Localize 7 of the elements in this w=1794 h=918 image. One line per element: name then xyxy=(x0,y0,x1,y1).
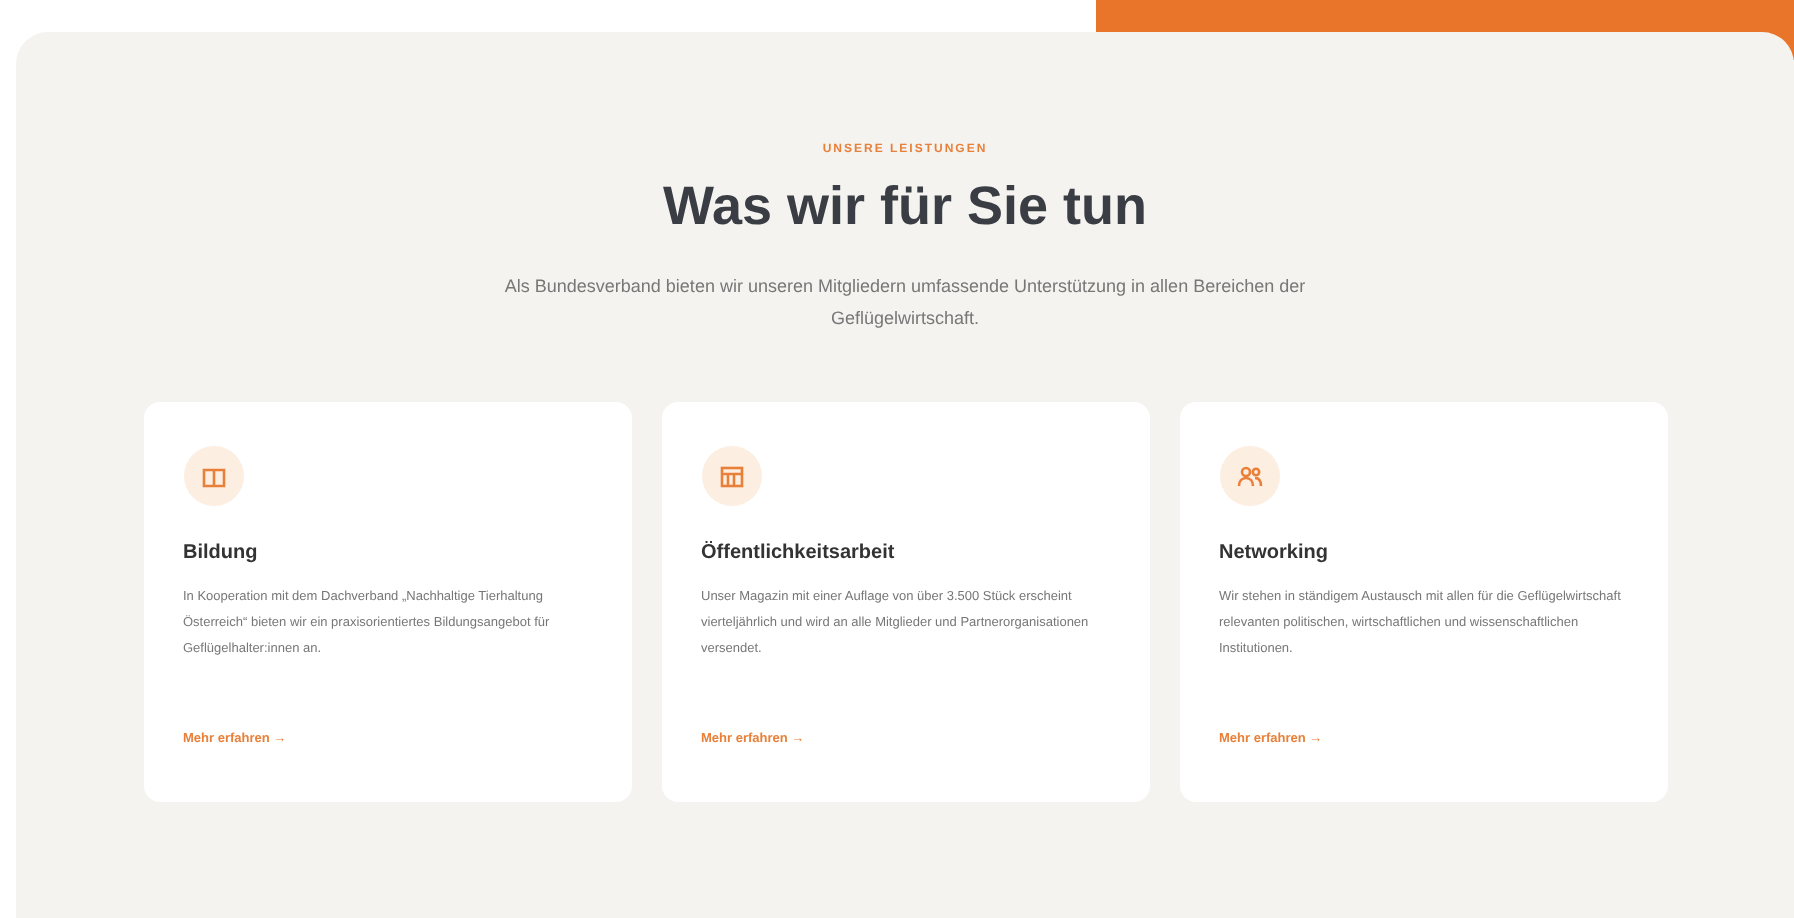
section-intro: Als Bundesverband bieten wir unseren Mitgliedern umfassende Unterstützung in allen Bereichen der Geflügelwirtschaft. xyxy=(502,274,1308,332)
card-title: Networking xyxy=(1219,542,1330,564)
people-icon xyxy=(1235,462,1263,490)
card-title: Öffentlichkeitsarbeit xyxy=(701,542,897,564)
card-title: Bildung xyxy=(183,542,260,564)
section-heading: Was wir für Sie tun xyxy=(662,176,1148,238)
newspaper-icon xyxy=(717,462,745,490)
